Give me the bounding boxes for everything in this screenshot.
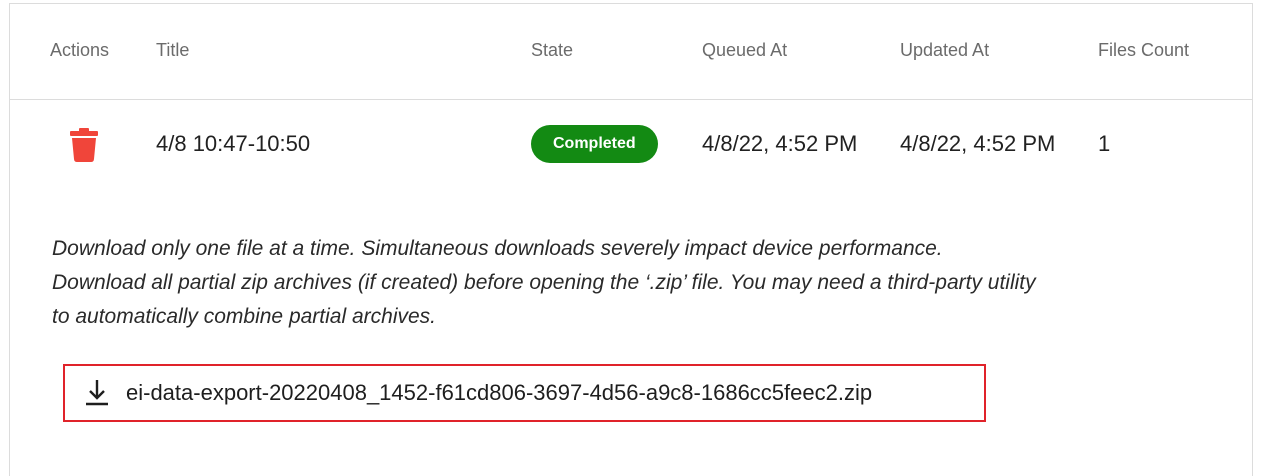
delete-button[interactable] [70,128,98,162]
download-notice: Download only one file at a time. Simult… [52,232,1232,334]
header-state: State [531,40,574,60]
download-icon [86,380,108,406]
header-actions: Actions [50,40,110,60]
download-filename: ei-data-export-20220408_1452-f61cd806-36… [126,380,873,405]
header-queued-at: Queued At [702,40,788,60]
notice-line: Download only one file at a time. Simult… [52,237,943,260]
table-row: 4/8 10:47-10:50 Completed 4/8/22, 4:52 P… [10,101,1252,191]
row-queued-at: 4/8/22, 4:52 PM [702,131,858,156]
row-updated-at: 4/8/22, 4:52 PM [900,131,1056,156]
row-files-count: 1 [1098,131,1111,156]
notice-line: to automatically combine partial archive… [52,305,437,328]
header-title: Title [156,40,190,60]
download-link[interactable]: ei-data-export-20220408_1452-f61cd806-36… [85,366,872,420]
header-updated-at: Updated At [900,40,990,60]
download-highlight-box: ei-data-export-20220408_1452-f61cd806-36… [63,364,986,422]
row-title: 4/8 10:47-10:50 [156,131,311,156]
status-badge: Completed [531,125,658,163]
notice-line: Download all partial zip archives (if cr… [52,271,1036,294]
export-jobs-panel: Actions Title State Queued At Updated At… [9,3,1253,476]
header-files-count: Files Count [1098,40,1190,60]
table-header: Actions Title State Queued At Updated At… [10,4,1252,100]
trash-icon [70,128,98,162]
